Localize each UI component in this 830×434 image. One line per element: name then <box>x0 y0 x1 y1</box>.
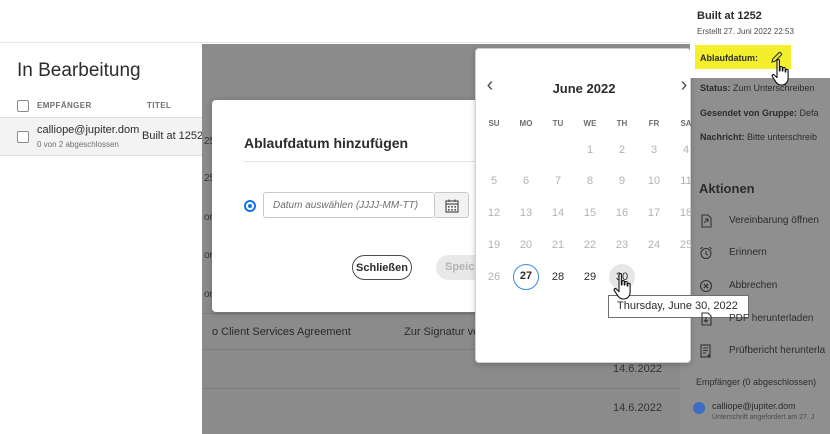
calendar-day: 8 <box>586 175 594 187</box>
open-document-icon <box>701 214 712 228</box>
calendar-day: 24 <box>647 239 661 251</box>
audit-report-icon <box>700 344 711 358</box>
calendar-day: 14 <box>551 207 565 219</box>
calendar-day: 18 <box>679 207 693 219</box>
calendar-day: 5 <box>490 175 498 187</box>
calendar-day: 23 <box>615 239 629 251</box>
action-label: Abbrechen <box>729 280 778 291</box>
weekday-header: WE <box>583 119 597 128</box>
top-bar <box>0 0 690 43</box>
calendar-day[interactable]: 29 <box>577 264 603 290</box>
calendar-button[interactable] <box>435 192 469 218</box>
weekday-header: FR <box>648 119 660 128</box>
calendar-day: 2 <box>618 144 626 156</box>
created-date: Erstellt 27. Juni 2022 22:53 <box>697 27 794 36</box>
row-checkbox[interactable] <box>17 131 29 143</box>
list-header: EMPFÄNGER TITEL <box>0 96 202 118</box>
sent-by-field: Gesendet von Gruppe: Defa <box>700 108 819 118</box>
calendar-day: 17 <box>647 207 661 219</box>
calendar-month-label: June 2022 <box>552 81 616 96</box>
calendar-day: 13 <box>519 207 533 219</box>
calendar-day: 19 <box>487 239 501 251</box>
date-radio-button[interactable] <box>244 200 256 212</box>
agreement-date: 14.6.2022 <box>613 402 662 414</box>
weekday-header: SA <box>680 119 692 128</box>
weekday-header: TH <box>616 119 628 128</box>
calendar-day: 15 <box>583 207 597 219</box>
calendar-day: 20 <box>519 239 533 251</box>
action-label: Erinnern <box>729 247 767 258</box>
agreements-list: In Bearbeitung EMPFÄNGER TITEL calliope@… <box>0 44 204 434</box>
recipient-status: Unterschrift angefordert am 27. J <box>712 414 815 421</box>
message-value: Bitte unterschreib <box>747 132 818 142</box>
sent-by-value: Defa <box>799 108 819 118</box>
list-title: In Bearbeitung <box>17 60 141 81</box>
select-all-checkbox[interactable] <box>17 100 29 112</box>
hand-cursor-icon <box>613 273 631 300</box>
status-value: Zum Unterschreiben <box>733 83 815 93</box>
table-row[interactable]: calliope@jupiter.dom 0 von 2 abgeschloss… <box>0 118 204 156</box>
recipients-header: Empfänger (0 abgeschlossen) <box>696 377 817 387</box>
calendar-day: 25 <box>679 239 693 251</box>
action-label: PDF herunterladen <box>729 313 814 324</box>
weekday-header: SU <box>488 119 500 128</box>
calendar-icon <box>445 199 459 213</box>
calendar-day: 21 <box>551 239 565 251</box>
expiry-date-input[interactable] <box>263 192 435 218</box>
action-label: Prüfbericht herunterla <box>729 345 826 356</box>
calendar-day: 1 <box>586 144 594 156</box>
agreement-title: Built at 1252 <box>697 10 762 22</box>
close-button[interactable]: Schließen <box>352 255 412 280</box>
weekday-header: MO <box>519 119 533 128</box>
column-title[interactable]: TITEL <box>147 101 171 110</box>
cancel-icon <box>699 279 713 293</box>
calendar-day: 7 <box>554 175 562 187</box>
recipient-status-icon <box>693 402 705 414</box>
calendar-day: 22 <box>583 239 597 251</box>
calendar-day: 11 <box>680 175 692 187</box>
recipient-email: calliope@jupiter.dom <box>712 401 796 411</box>
message-field: Nachricht: Bitte unterschreib <box>700 132 817 142</box>
calendar-day[interactable]: 27 <box>513 264 539 290</box>
column-recipient[interactable]: EMPFÄNGER <box>37 101 92 110</box>
dialog-title: Ablaufdatum hinzufügen <box>244 135 409 151</box>
actions-title: Aktionen <box>699 181 755 196</box>
expiry-dialog: Ablaufdatum hinzufügen Schließen Speich <box>212 100 490 312</box>
calendar-day: 4 <box>682 144 690 156</box>
calendar-day[interactable]: 28 <box>545 264 571 290</box>
next-month-button[interactable]: › <box>676 75 692 97</box>
action-label: Vereinbarung öffnen <box>729 215 819 226</box>
message-label: Nachricht: <box>700 132 745 142</box>
calendar-day: 26 <box>487 271 501 283</box>
calendar-day: 10 <box>647 175 661 187</box>
divider <box>202 388 680 389</box>
status-field: Status: Zum Unterschreiben <box>700 83 815 93</box>
status-label: Status: <box>700 83 731 93</box>
agreement-date: 14.6.2022 <box>613 363 662 375</box>
sent-by-label: Gesendet von Gruppe: <box>700 108 798 118</box>
dialog-divider <box>244 161 490 162</box>
expiry-label: Ablaufdatum: <box>700 53 758 63</box>
row-progress: 0 von 2 abgeschlossen <box>37 140 119 149</box>
weekday-header: TU <box>552 119 564 128</box>
row-title: Built at 1252 <box>142 130 204 142</box>
alarm-clock-icon <box>700 246 712 260</box>
calendar-day: 16 <box>615 207 629 219</box>
agreement-link[interactable]: o Client Services Agreement <box>212 326 351 338</box>
calendar-day: 3 <box>650 144 658 156</box>
modal-overlay-right <box>680 44 830 434</box>
calendar-day: 12 <box>487 207 501 219</box>
download-icon <box>701 312 712 326</box>
calendar-day: 6 <box>522 175 530 187</box>
row-recipient-email: calliope@jupiter.dom <box>37 124 140 136</box>
agreement-status: Zur Signatur ver <box>404 326 483 338</box>
calendar-day: 9 <box>618 175 626 187</box>
